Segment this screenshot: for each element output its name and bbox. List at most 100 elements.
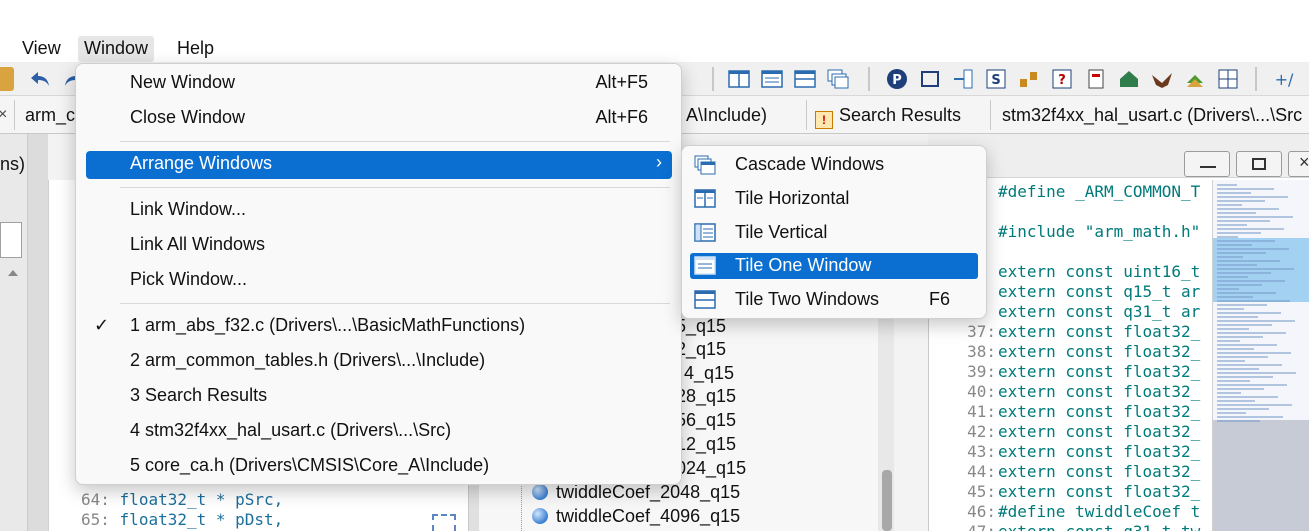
line-number: 45: — [967, 482, 996, 501]
close-button[interactable]: × — [1288, 151, 1309, 177]
code-text: #define _ARM_COMMON_T — [998, 182, 1201, 201]
submenu-item-tile-vertical[interactable]: Tile Vertical — [690, 220, 978, 246]
symbol-pane-title: ns) — [0, 154, 26, 174]
toolbar-tile-one-icon[interactable] — [760, 67, 784, 91]
menu-item-label: Close Window — [130, 107, 246, 127]
code-line: extern const q15_t ar — [958, 282, 1210, 301]
menu-item-arrange-windows[interactable]: Arrange Windows › — [86, 151, 672, 179]
list-item[interactable]: 4_q15 — [684, 363, 734, 384]
code-line: 40: extern const float32_ — [958, 382, 1210, 401]
code-text: #define twiddleCoef t — [998, 502, 1201, 521]
minimap[interactable] — [1212, 180, 1309, 531]
minimap-line — [1217, 280, 1285, 282]
menu-view[interactable]: View — [16, 36, 67, 62]
toolbar-cascade-icon[interactable] — [826, 67, 850, 91]
list-item[interactable]: twiddleCoef_4096_q15 — [532, 506, 740, 527]
minimap-line — [1217, 372, 1296, 374]
line-number: 39: — [967, 362, 996, 381]
tab-separator — [806, 100, 807, 130]
toolbar-bird-icon[interactable] — [1150, 67, 1174, 91]
menu-item-close-window[interactable]: Close Window Alt+F6 — [86, 105, 672, 133]
minimap-block — [1213, 420, 1309, 531]
minimap-line — [1217, 324, 1272, 326]
tab-arm-c[interactable]: arm_c — [25, 96, 75, 134]
chevron-right-icon: › — [656, 152, 662, 172]
minimap-line — [1217, 192, 1251, 194]
toolbar-bookmark-icon[interactable] — [1084, 67, 1108, 91]
tab-stm32f4xx-hal-usart[interactable]: stm32f4xx_hal_usart.c (Drivers\...\Src — [1002, 96, 1302, 134]
code-line: 37: extern const float32_ — [958, 322, 1210, 341]
toolbar-file-icon[interactable] — [0, 67, 14, 91]
code-text: extern const float32_ — [998, 482, 1201, 501]
toolbar-house-icon[interactable] — [1117, 67, 1141, 91]
tab-arm-common-tables[interactable]: A\Include) — [686, 96, 767, 134]
list-item[interactable]: 2_q15 — [676, 339, 726, 360]
minimap-line — [1217, 368, 1259, 370]
menu-separator — [120, 141, 670, 142]
toolbar-symbol-icon[interactable]: S — [984, 67, 1008, 91]
list-item[interactable]: 56_q15 — [676, 410, 736, 431]
toolbar-relation-icon[interactable] — [951, 67, 975, 91]
minimap-line — [1217, 348, 1254, 350]
checkmark-icon: ✓ — [94, 315, 110, 335]
menu-item-link-all-windows[interactable]: Link All Windows — [86, 232, 672, 260]
minimize-button[interactable] — [1184, 151, 1230, 177]
tab-search-results[interactable]: ! Search Results — [815, 96, 961, 134]
menu-item-label: 4 stm32f4xx_hal_usart.c (Drivers\...\Src… — [130, 420, 452, 440]
list-item[interactable]: twiddleCoef_2048_q15 — [532, 482, 740, 503]
minimap-line — [1217, 188, 1274, 190]
menu-window[interactable]: Window — [78, 36, 155, 62]
menu-item-window-3[interactable]: 3 Search Results — [86, 383, 672, 411]
toolbar-project-icon[interactable]: P — [885, 67, 909, 91]
menu-item-pick-window[interactable]: Pick Window... — [86, 267, 672, 295]
submenu-item-tile-one-window[interactable]: Tile One Window — [690, 253, 978, 279]
tab-close-icon[interactable]: × — [0, 96, 7, 134]
menu-item-window-2[interactable]: 2 arm_common_tables.h (Drivers\...\Inclu… — [86, 348, 672, 376]
menu-help[interactable]: Help — [171, 36, 220, 62]
list-item[interactable]: 12_q15 — [676, 434, 736, 455]
arrange-windows-submenu: Cascade Windows Tile Horizontal Tile Ver… — [681, 145, 987, 319]
code-line: extern const uint16_t — [958, 262, 1210, 281]
toolbar-tile-horizontal-icon[interactable] — [727, 67, 751, 91]
toolbar-frame-icon[interactable] — [918, 67, 942, 91]
menu-item-label: 3 Search Results — [130, 385, 268, 405]
minimap-line — [1217, 244, 1252, 246]
undo-icon[interactable] — [28, 67, 52, 91]
list-item[interactable]: 28_q15 — [676, 386, 736, 407]
menu-item-window-1[interactable]: ✓ 1 arm_abs_f32.c (Drivers\...\BasicMathF… — [86, 313, 672, 341]
toolbar-tile-two-icon[interactable] — [793, 67, 817, 91]
toolbar-comment-icon[interactable]: +/ — [1272, 67, 1296, 91]
minimap-line — [1217, 216, 1293, 218]
menu-item-link-window[interactable]: Link Window... — [86, 197, 672, 225]
app-window: View Window Help P S ? +/ × arm_c A\Incl… — [0, 0, 1309, 531]
toolbar-grid-icon[interactable] — [1216, 67, 1240, 91]
minimap-line — [1217, 376, 1273, 378]
menu-item-label: 2 arm_common_tables.h (Drivers\...\Inclu… — [130, 350, 486, 370]
minimap-line — [1217, 288, 1239, 290]
menu-item-window-4[interactable]: 4 stm32f4xx_hal_usart.c (Drivers\...\Src… — [86, 418, 672, 446]
scroll-up-icon[interactable] — [8, 270, 18, 276]
line-number: 40: — [967, 382, 996, 401]
submenu-item-tile-horizontal[interactable]: Tile Horizontal — [690, 186, 978, 212]
tile-vertical-icon — [694, 223, 716, 243]
code-line: #include "arm_math.h" — [958, 222, 1210, 241]
code-line: #define _ARM_COMMON_T — [958, 182, 1210, 201]
submenu-item-cascade-windows[interactable]: Cascade Windows — [690, 152, 978, 178]
tile-horizontal-icon — [694, 189, 716, 209]
menu-item-shortcut: Alt+F5 — [595, 72, 648, 92]
maximize-button[interactable] — [1236, 151, 1282, 177]
minimap-line — [1217, 252, 1266, 254]
minimap-line — [1217, 332, 1286, 334]
toolbar-help-icon[interactable]: ? — [1050, 67, 1074, 91]
menu-item-new-window[interactable]: New Window Alt+F5 — [86, 70, 672, 98]
submenu-item-tile-two-windows[interactable]: Tile Two Windows F6 — [690, 287, 978, 313]
tile-two-icon — [694, 290, 716, 310]
symbol-filter-input[interactable] — [0, 222, 22, 258]
menu-item-window-5[interactable]: 5 core_ca.h (Drivers\CMSIS\Core_A\Includ… — [86, 453, 672, 481]
list-item[interactable]: 5_q15 — [676, 316, 726, 337]
list-scrollbar-thumb[interactable] — [882, 470, 892, 531]
toolbar-link-icon[interactable] — [1017, 67, 1041, 91]
toolbar-arrows-icon[interactable] — [1183, 67, 1207, 91]
list-item[interactable]: 024_q15 — [676, 458, 746, 479]
